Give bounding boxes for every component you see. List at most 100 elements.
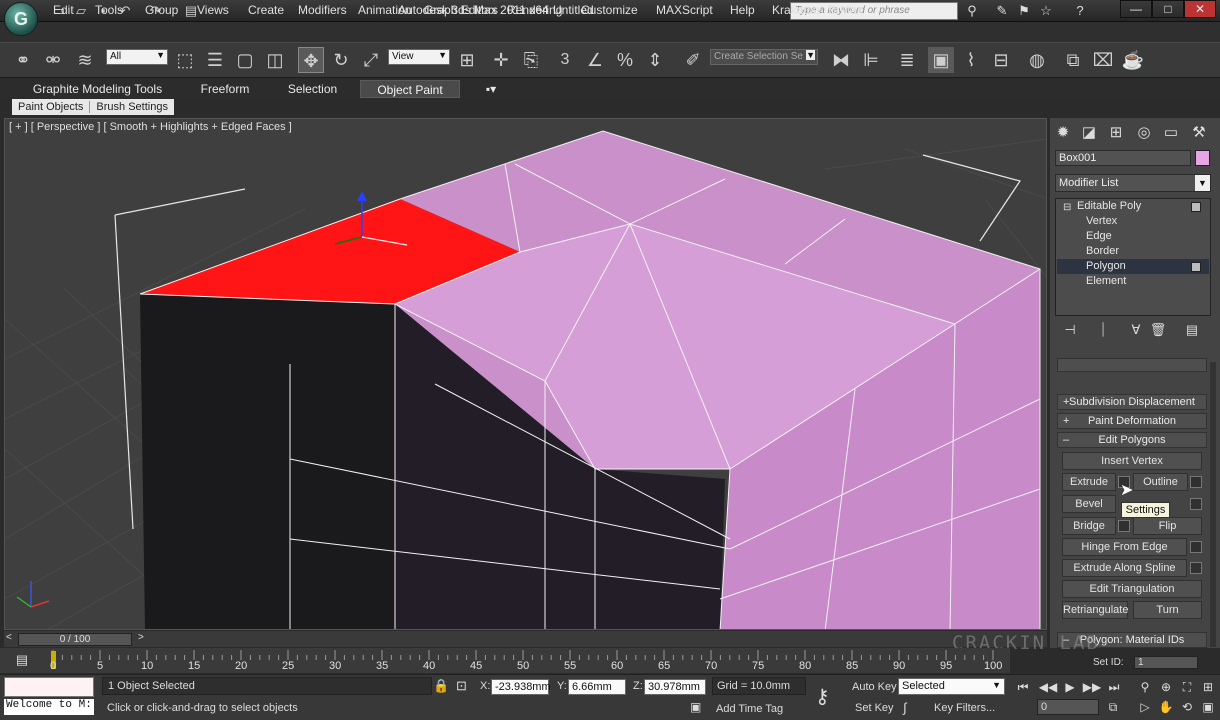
extrude-button[interactable]: Extrude <box>1062 473 1116 491</box>
utilities-panel-icon[interactable]: ⚒ <box>1188 123 1210 143</box>
bridge-settings-button[interactable] <box>1118 520 1130 532</box>
menu-modifiers[interactable]: Modifiers <box>298 3 347 17</box>
key-icon[interactable]: ⚷ <box>815 684 830 709</box>
x-coordinate-field[interactable]: -23.938mm <box>491 679 551 695</box>
tab-object-paint[interactable]: Object Paint <box>360 80 460 98</box>
reference-coord-dropdown[interactable]: View ▼ <box>388 49 450 65</box>
z-coordinate-field[interactable]: 30.978mm <box>644 679 706 695</box>
window-crossing-icon[interactable]: ◫ <box>262 47 288 73</box>
editable-poly-toggle[interactable] <box>1191 202 1201 212</box>
menu-rendering[interactable]: Rendering <box>507 3 562 17</box>
menu-maxscript[interactable]: MAXScript <box>656 3 713 17</box>
y-coordinate-field[interactable]: 6.66mm <box>568 679 626 695</box>
ribbon-options-icon[interactable]: ▪▾ <box>478 80 504 98</box>
subscription-icon[interactable]: ✎ <box>992 2 1012 20</box>
lock-selection-icon[interactable]: 🔒 <box>433 678 449 694</box>
time-slider[interactable] <box>4 631 1047 647</box>
tab-freeform[interactable]: Freeform <box>185 80 265 98</box>
menu-krakatoa[interactable]: Krakatoa <box>772 3 820 17</box>
menu-brmax[interactable]: BrMax <box>828 3 863 17</box>
orbit-icon[interactable]: ⟲ <box>1177 698 1197 716</box>
stack-item-vertex[interactable]: Vertex <box>1086 215 1117 230</box>
extrude-along-spline-button[interactable]: Extrude Along Spline <box>1062 559 1187 577</box>
retriangulate-button[interactable]: Retriangulate <box>1062 601 1128 619</box>
menu-graph-editors[interactable]: Graph Editors <box>424 3 498 17</box>
polygon-toggle[interactable] <box>1191 262 1201 272</box>
maxscript-listener[interactable]: Welcome to M: <box>4 699 94 715</box>
select-by-name-icon[interactable]: ☰ <box>202 47 228 73</box>
play-icon[interactable]: ▶ <box>1060 678 1080 696</box>
field-of-view-icon[interactable]: ▷ <box>1135 698 1155 716</box>
unlink-icon[interactable]: ⚮ <box>40 47 66 73</box>
chevron-down-icon[interactable]: ▼ <box>1195 175 1210 191</box>
display-panel-icon[interactable]: ▭ <box>1160 123 1182 143</box>
bridge-button[interactable]: Bridge <box>1062 517 1116 535</box>
absolute-mode-icon[interactable]: ⊡ <box>456 678 467 694</box>
time-tag-icon[interactable]: ▣ <box>690 700 701 714</box>
named-selection-edit-icon[interactable]: ✐ <box>680 47 706 73</box>
menu-customize[interactable]: Customize <box>581 3 638 17</box>
bind-space-warp-icon[interactable]: ≋ <box>72 47 98 73</box>
outline-button[interactable]: Outline <box>1133 473 1188 491</box>
tab-graphite-modeling-tools[interactable]: Graphite Modeling Tools <box>20 80 175 98</box>
select-object-icon[interactable]: ⬚ <box>172 47 198 73</box>
inset-settings-button[interactable] <box>1190 498 1202 510</box>
key-filters-button[interactable]: Key Filters... <box>934 702 995 714</box>
viewport-label[interactable]: [ + ] [ Perspective ] [ Smooth + Highlig… <box>9 121 292 133</box>
render-setup-icon[interactable]: ⧉ <box>1060 47 1086 73</box>
menu-edit[interactable]: Edit <box>53 3 74 17</box>
subtab-paint-objects[interactable]: Paint Objects <box>12 101 91 113</box>
menu-animation[interactable]: Animation <box>358 3 411 17</box>
angle-snap-icon[interactable]: ∠ <box>582 47 608 73</box>
stack-item-border[interactable]: Border <box>1086 245 1119 260</box>
zoom-icon[interactable]: ⚲ <box>1135 678 1155 696</box>
go-to-start-icon[interactable]: ⏮ <box>1013 678 1033 696</box>
set-key-button[interactable]: Set Key <box>855 702 894 714</box>
maxscript-listener-pink[interactable] <box>4 677 94 697</box>
outline-settings-button[interactable] <box>1190 476 1202 488</box>
configure-sets-icon[interactable]: ▤ <box>1182 322 1202 340</box>
stack-item-editable-poly[interactable]: Editable Poly <box>1077 200 1141 215</box>
add-time-tag-button[interactable]: Add Time Tag <box>716 703 783 715</box>
collapse-icon[interactable]: ⊟ <box>1063 202 1071 213</box>
bevel-button[interactable]: Bevel <box>1062 495 1116 513</box>
make-unique-icon[interactable]: ∀ <box>1126 322 1146 340</box>
auto-key-button[interactable]: Auto Key <box>852 681 897 693</box>
maximize-viewport-icon[interactable]: ▣ <box>1198 698 1218 716</box>
rect-selection-icon[interactable]: ▢ <box>232 47 258 73</box>
rotate-icon[interactable]: ↻ <box>328 47 354 73</box>
app-logo-button[interactable]: G <box>4 2 38 36</box>
graphite-toggle-icon[interactable]: ▣ <box>928 47 954 73</box>
rollout-edit-polygons[interactable]: – Edit Polygons <box>1057 432 1207 448</box>
align-icon[interactable]: ⊫ <box>858 47 884 73</box>
zoom-extents-icon[interactable]: ⛶ <box>1177 678 1197 696</box>
menu-create[interactable]: Create <box>248 3 284 17</box>
menu-help[interactable]: Help <box>730 3 755 17</box>
time-prev-icon[interactable]: < <box>6 632 12 643</box>
current-frame-field[interactable]: 0 <box>1037 699 1099 715</box>
keyboard-shortcut-icon[interactable]: ⎘ <box>518 47 544 73</box>
hierarchy-panel-icon[interactable]: ⊞ <box>1105 123 1127 143</box>
maximize-button[interactable]: □ <box>1152 0 1184 18</box>
time-config-icon[interactable]: ⧉ <box>1103 698 1123 716</box>
favorites-star-icon[interactable]: ☆ <box>1036 2 1056 20</box>
selection-filter-dropdown[interactable]: All ▼ <box>106 49 168 65</box>
turn-button[interactable]: Turn <box>1133 601 1202 619</box>
insert-vertex-button[interactable]: Insert Vertex <box>1062 452 1202 470</box>
set-id-spinner[interactable]: 1 <box>1134 656 1198 669</box>
flip-button[interactable]: Flip <box>1133 517 1202 535</box>
snaps-toggle-icon[interactable]: 3 <box>552 47 578 73</box>
stack-item-polygon[interactable]: Polygon <box>1086 260 1126 275</box>
time-next-icon[interactable]: > <box>138 632 144 643</box>
stack-item-edge[interactable]: Edge <box>1086 230 1112 245</box>
object-color-swatch[interactable] <box>1195 150 1210 166</box>
rendered-frame-icon[interactable]: ⌧ <box>1090 47 1116 73</box>
zoom-all-icon[interactable]: ⊕ <box>1156 678 1176 696</box>
zoom-extents-all-icon[interactable]: ⊞ <box>1198 678 1218 696</box>
curve-editor-icon[interactable]: ⌇ <box>958 47 984 73</box>
move-icon[interactable]: ✥ <box>298 47 324 73</box>
stack-item-element[interactable]: Element <box>1086 275 1126 290</box>
default-tangent-icon[interactable]: ∫ <box>903 700 907 715</box>
hinge-settings-button[interactable] <box>1190 541 1202 553</box>
create-panel-icon[interactable]: ✹ <box>1052 123 1074 143</box>
